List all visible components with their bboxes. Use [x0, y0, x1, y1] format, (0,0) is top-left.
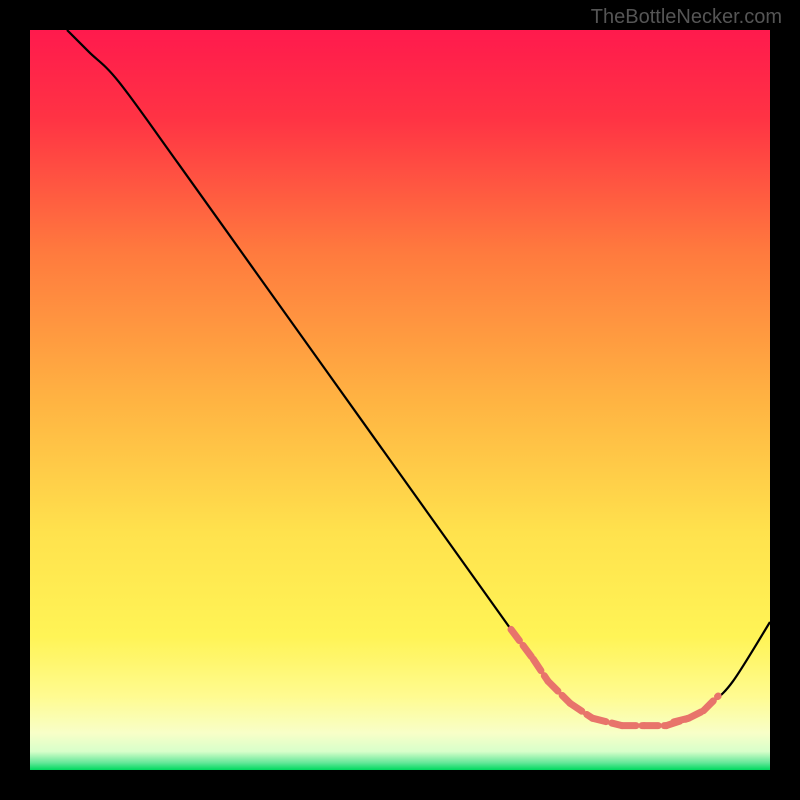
bottleneck-curve: [30, 30, 770, 770]
watermark-text: TheBottleNecker.com: [591, 6, 782, 29]
chart-area: [30, 30, 770, 770]
